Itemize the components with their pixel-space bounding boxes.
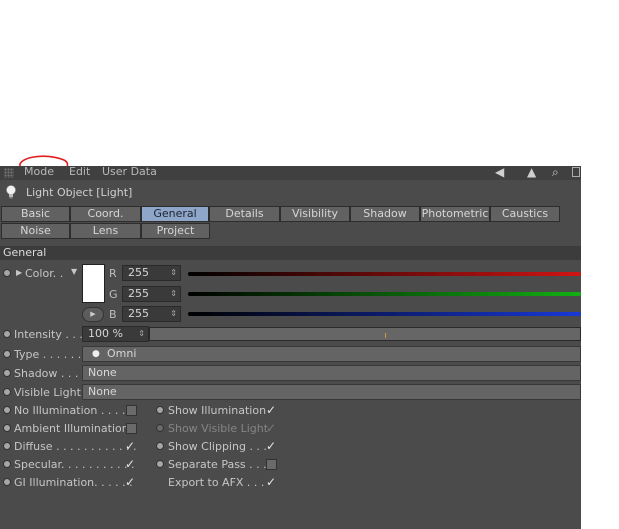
export-to-afx-label: Export to AFX . . . bbox=[168, 476, 265, 489]
diffuse-label: Diffuse . . . . . . . . . . . . bbox=[14, 440, 137, 453]
expand-arrow-icon[interactable]: ▶ bbox=[16, 266, 22, 279]
menu-edit[interactable]: Edit bbox=[69, 166, 90, 178]
attribute-manager-panel: Mode Edit User Data ◀ ▲ ⌕ Light Object [… bbox=[0, 166, 581, 529]
intensity-spin-icon[interactable]: ⇕ bbox=[138, 327, 145, 341]
intensity-slider-marker bbox=[385, 333, 386, 338]
section-general-header: General bbox=[0, 246, 581, 260]
specular-label: Specular. . . . . . . . . . . bbox=[14, 458, 135, 471]
show-clipping-checkbox[interactable]: ✓ bbox=[266, 440, 276, 452]
export-to-afx-checkbox[interactable]: ✓ bbox=[266, 476, 276, 488]
intensity-input[interactable]: 100 % ⇕ bbox=[82, 326, 149, 342]
specular-checkbox[interactable]: ✓ bbox=[125, 458, 135, 470]
light-bulb-icon bbox=[6, 185, 16, 199]
animate-dot-no-illumination[interactable] bbox=[3, 406, 11, 414]
visible-light-dropdown[interactable]: None bbox=[82, 384, 581, 400]
b-spin-icon[interactable]: ⇕ bbox=[170, 307, 177, 321]
separate-pass-checkbox[interactable] bbox=[266, 459, 277, 470]
tab-general[interactable]: General bbox=[141, 206, 209, 222]
show-clipping-label: Show Clipping . . . bbox=[168, 440, 267, 453]
type-label: Type . . . . . . bbox=[14, 348, 82, 361]
gi-illumination-label: GI Illumination. . . . . . bbox=[14, 476, 133, 489]
animate-dot-show-clipping[interactable] bbox=[156, 442, 164, 450]
r-slider-track[interactable] bbox=[188, 272, 581, 276]
animate-dot-color[interactable] bbox=[3, 269, 11, 277]
shadow-label: Shadow . . . bbox=[14, 367, 79, 380]
show-illumination-checkbox[interactable]: ✓ bbox=[266, 404, 276, 416]
r-input[interactable]: 255 ⇕ bbox=[122, 265, 181, 281]
shadow-value: None bbox=[88, 366, 117, 379]
ambient-illumination-label: Ambient Illumination bbox=[14, 422, 129, 435]
b-slider-track[interactable] bbox=[188, 312, 581, 316]
menu-bar: Mode Edit User Data ◀ ▲ ⌕ bbox=[0, 166, 581, 180]
animate-dot-ambient-illumination[interactable] bbox=[3, 424, 11, 432]
color-label: Color. . bbox=[25, 267, 64, 280]
menu-mode[interactable]: Mode bbox=[24, 166, 54, 178]
tab-coord[interactable]: Coord. bbox=[70, 206, 141, 222]
r-spin-icon[interactable]: ⇕ bbox=[170, 266, 177, 280]
b-input[interactable]: 255 ⇕ bbox=[122, 306, 181, 322]
ambient-illumination-checkbox[interactable] bbox=[126, 423, 137, 434]
g-slider-track[interactable] bbox=[188, 292, 581, 296]
animate-dot-specular[interactable] bbox=[3, 460, 11, 468]
omni-light-icon: ● bbox=[92, 349, 100, 359]
shadow-dropdown[interactable]: None bbox=[82, 365, 581, 381]
tab-caustics[interactable]: Caustics bbox=[490, 206, 560, 222]
animate-dot-intensity[interactable] bbox=[3, 330, 11, 338]
no-illumination-checkbox[interactable] bbox=[126, 405, 137, 416]
color-mode-button[interactable]: ▶ bbox=[82, 307, 104, 322]
visible-light-label: Visible Light bbox=[14, 386, 81, 399]
animate-dot-separate-pass[interactable] bbox=[156, 460, 164, 468]
tab-project[interactable]: Project bbox=[141, 223, 210, 239]
animate-dot-show-illumination[interactable] bbox=[156, 406, 164, 414]
tab-visibility[interactable]: Visibility bbox=[280, 206, 350, 222]
animate-dot-gi-illumination[interactable] bbox=[3, 478, 11, 486]
g-value: 255 bbox=[128, 287, 149, 300]
tab-noise[interactable]: Noise bbox=[1, 223, 70, 239]
intensity-label: Intensity . . . bbox=[14, 328, 83, 341]
show-visible-light-label: Show Visible Light bbox=[168, 422, 269, 435]
g-label: G bbox=[109, 288, 118, 301]
animate-dot-diffuse[interactable] bbox=[3, 442, 11, 450]
animate-dot-show-visible-light[interactable] bbox=[156, 424, 164, 432]
r-value: 255 bbox=[128, 266, 149, 279]
back-arrow-icon[interactable]: ◀ bbox=[495, 166, 504, 178]
b-label: B bbox=[109, 308, 117, 321]
intensity-value: 100 % bbox=[88, 327, 123, 340]
diffuse-checkbox[interactable]: ✓ bbox=[125, 440, 135, 452]
g-spin-icon[interactable]: ⇕ bbox=[170, 287, 177, 301]
intensity-slider-fill bbox=[150, 328, 580, 340]
tab-lens[interactable]: Lens bbox=[70, 223, 141, 239]
animate-dot-visible-light[interactable] bbox=[3, 388, 11, 396]
r-label: R bbox=[109, 267, 117, 280]
visible-light-value: None bbox=[88, 385, 117, 398]
menu-user-data[interactable]: User Data bbox=[102, 166, 157, 178]
tab-details[interactable]: Details bbox=[209, 206, 280, 222]
g-input[interactable]: 255 ⇕ bbox=[122, 286, 181, 302]
type-dropdown[interactable]: ● Omni bbox=[82, 346, 581, 362]
search-icon[interactable]: ⌕ bbox=[552, 166, 559, 178]
grip-icon[interactable] bbox=[4, 168, 14, 178]
separate-pass-label: Separate Pass . . . bbox=[168, 458, 267, 471]
cursor-icon[interactable]: ▲ bbox=[527, 166, 536, 178]
animate-dot-type[interactable] bbox=[3, 350, 11, 358]
show-illumination-label: Show Illumination bbox=[168, 404, 267, 417]
animate-dot-shadow[interactable] bbox=[3, 369, 11, 377]
intensity-slider[interactable] bbox=[149, 327, 581, 341]
tab-shadow[interactable]: Shadow bbox=[350, 206, 420, 222]
tab-basic[interactable]: Basic bbox=[1, 206, 70, 222]
gi-illumination-checkbox[interactable]: ✓ bbox=[125, 476, 135, 488]
new-window-icon[interactable] bbox=[572, 167, 580, 177]
color-swatch[interactable] bbox=[82, 264, 105, 303]
tab-photometric[interactable]: Photometric bbox=[420, 206, 490, 222]
no-illumination-label: No Illumination . . . . . bbox=[14, 404, 133, 417]
b-value: 255 bbox=[128, 307, 149, 320]
show-visible-light-checkbox[interactable]: ✓ bbox=[266, 422, 276, 434]
object-title: Light Object [Light] bbox=[26, 186, 133, 199]
type-value: Omni bbox=[107, 347, 137, 360]
color-dropdown-icon[interactable]: ▼ bbox=[71, 265, 77, 278]
